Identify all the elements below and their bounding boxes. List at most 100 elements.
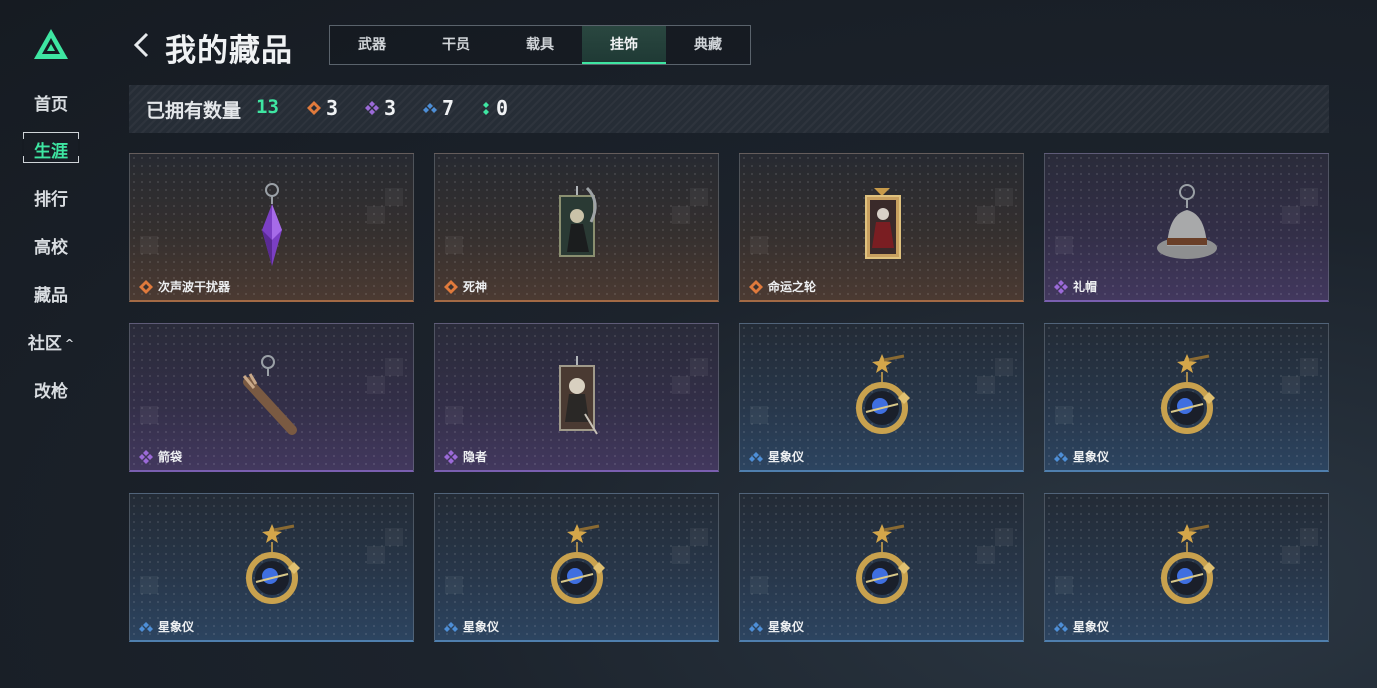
card-decoration xyxy=(672,376,690,394)
charm-card[interactable]: 星象仪 xyxy=(739,323,1024,472)
card-decoration xyxy=(977,376,995,394)
card-decoration xyxy=(1055,576,1073,594)
card-decoration xyxy=(690,528,708,546)
card-decoration xyxy=(750,236,768,254)
green-count-value: 0 xyxy=(496,96,509,120)
card-decoration xyxy=(140,406,158,424)
purple-rarity-icon xyxy=(444,450,458,464)
blue-rarity-icon xyxy=(423,103,437,113)
astrolabe-icon xyxy=(856,524,910,604)
astrolabe-icon xyxy=(1161,524,1215,604)
orange-rarity-icon xyxy=(444,280,458,294)
charm-card[interactable]: 星象仪 xyxy=(1044,323,1329,472)
card-decoration xyxy=(1300,358,1318,376)
nav-item-gunsmith[interactable]: 改枪 xyxy=(0,377,102,402)
charm-card[interactable]: 箭袋 xyxy=(129,323,414,472)
charm-card[interactable]: 礼帽 xyxy=(1044,153,1329,302)
card-decoration xyxy=(385,188,403,206)
card-decoration xyxy=(995,358,1013,376)
charm-card[interactable]: 隐者 xyxy=(434,323,719,472)
owned-count-total: 13 xyxy=(256,96,279,118)
card-decoration xyxy=(995,188,1013,206)
charm-card[interactable]: 星象仪 xyxy=(129,493,414,642)
orange-count: 3 xyxy=(307,96,338,120)
nav-item-label: 首页 xyxy=(34,95,68,115)
charm-name: 礼帽 xyxy=(1073,280,1098,294)
nav-item-community[interactable]: 社区 ^ xyxy=(0,329,102,354)
charm-card[interactable]: 星象仪 xyxy=(739,493,1024,642)
nav-item-college[interactable]: 高校 xyxy=(0,233,102,258)
hermit-card-icon xyxy=(559,356,598,435)
nav-item-label: 排行 xyxy=(34,190,68,210)
blue-rarity-icon xyxy=(749,622,763,632)
charm-name: 命运之轮 xyxy=(768,280,817,294)
tab-weapons[interactable]: 武器 xyxy=(330,26,414,64)
purple-rarity-icon xyxy=(1054,280,1068,294)
card-decoration xyxy=(445,236,463,254)
charm-name: 隐者 xyxy=(463,450,488,464)
charm-card[interactable]: 死神 xyxy=(434,153,719,302)
astrolabe-icon xyxy=(246,524,300,604)
tab-classics[interactable]: 典藏 xyxy=(666,26,750,64)
nav-item-home[interactable]: 首页 xyxy=(0,90,102,115)
reaper-card-icon xyxy=(559,186,597,257)
charm-card[interactable]: 星象仪 xyxy=(1044,493,1329,642)
orange-rarity-icon xyxy=(307,101,321,115)
card-decoration xyxy=(140,236,158,254)
nav-item-label: 生涯 xyxy=(34,142,68,162)
card-decoration xyxy=(672,546,690,564)
nav-item-label: 藏品 xyxy=(34,286,68,306)
card-decoration xyxy=(977,206,995,224)
astrolabe-icon xyxy=(856,354,910,434)
charm-name: 星象仪 xyxy=(158,620,195,634)
tab-operators[interactable]: 干员 xyxy=(414,26,498,64)
category-tabs: 武器 干员 载具 挂饰 典藏 xyxy=(329,25,751,65)
card-decoration xyxy=(977,546,995,564)
blue-rarity-icon xyxy=(444,622,458,632)
card-decoration xyxy=(750,406,768,424)
purple-count: 3 xyxy=(365,96,396,120)
charm-card[interactable]: 星象仪 xyxy=(434,493,719,642)
tab-charms[interactable]: 挂饰 xyxy=(582,26,666,64)
card-decoration xyxy=(385,358,403,376)
sidebar: 首页 生涯 排行 高校 藏品 社区 ^ 改枪 xyxy=(0,0,102,688)
chevron-left-icon[interactable] xyxy=(131,30,153,60)
owned-count-bar: 已拥有数量 13 3 3 7 0 xyxy=(129,85,1329,133)
card-decoration xyxy=(445,576,463,594)
nav-item-label: 高校 xyxy=(34,238,68,258)
card-decoration xyxy=(690,358,708,376)
card-decoration xyxy=(750,576,768,594)
fortune-wheel-card-icon xyxy=(865,188,901,259)
card-decoration xyxy=(995,528,1013,546)
charm-card[interactable]: 命运之轮 xyxy=(739,153,1024,302)
astrolabe-icon xyxy=(551,524,605,604)
charm-card[interactable]: 次声波干扰器 xyxy=(129,153,414,302)
quiver-icon xyxy=(242,355,297,435)
fedora-hat-icon xyxy=(1157,184,1217,259)
card-decoration xyxy=(367,546,385,564)
card-decoration xyxy=(445,406,463,424)
astrolabe-icon xyxy=(1161,354,1215,434)
card-decoration xyxy=(690,188,708,206)
nav-item-ranking[interactable]: 排行 xyxy=(0,185,102,210)
orange-count-value: 3 xyxy=(326,96,339,120)
card-decoration xyxy=(367,206,385,224)
blue-count: 7 xyxy=(423,96,454,120)
blue-rarity-icon xyxy=(1054,452,1068,462)
nav-item-collection[interactable]: 藏品 xyxy=(0,281,102,306)
nav-item-career[interactable]: 生涯 xyxy=(0,137,102,162)
crystal-pendant-icon xyxy=(262,183,282,266)
card-decoration xyxy=(1282,546,1300,564)
triangle-logo-icon[interactable] xyxy=(33,28,69,60)
card-decoration xyxy=(672,206,690,224)
purple-count-value: 3 xyxy=(384,96,397,120)
purple-rarity-icon xyxy=(139,450,153,464)
charm-name: 星象仪 xyxy=(768,450,805,464)
tab-vehicles[interactable]: 载具 xyxy=(498,26,582,64)
charm-name: 星象仪 xyxy=(1073,450,1110,464)
blue-rarity-icon xyxy=(749,452,763,462)
charm-name: 星象仪 xyxy=(1073,620,1110,634)
card-decoration xyxy=(1282,206,1300,224)
orange-rarity-icon xyxy=(749,280,763,294)
card-decoration xyxy=(1055,406,1073,424)
